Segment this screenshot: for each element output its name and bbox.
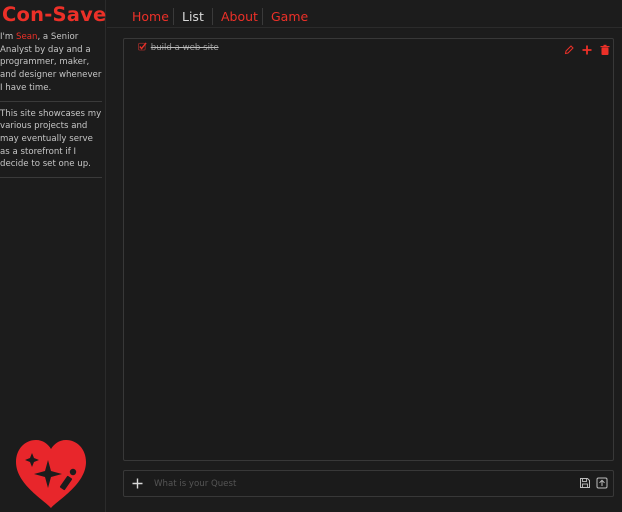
plus-icon[interactable] bbox=[581, 41, 593, 55]
nav-home-link[interactable]: Home bbox=[124, 8, 177, 25]
upload-icon[interactable] bbox=[596, 477, 608, 489]
quest-input-bar bbox=[123, 470, 614, 497]
bio-intro-text: I'm bbox=[0, 32, 16, 42]
sidebar: Con-Save I'm Sean, a Senior Analyst by d… bbox=[0, 0, 106, 512]
row-actions bbox=[562, 41, 611, 55]
trash-icon[interactable] bbox=[599, 41, 611, 55]
floppy-disk-icon[interactable] bbox=[579, 477, 591, 489]
add-quest-button[interactable] bbox=[131, 477, 144, 490]
bio-name: Sean bbox=[16, 32, 38, 42]
heart-sparkle-logo bbox=[16, 440, 86, 508]
bio-site-paragraph: This site showcases my various projects … bbox=[0, 108, 102, 179]
nav-about-link[interactable]: About bbox=[212, 8, 266, 25]
checkmark-icon[interactable] bbox=[138, 42, 147, 51]
top-nav: Home List About Game bbox=[107, 0, 622, 28]
task-text: build a web site bbox=[150, 43, 219, 53]
sidebar-bio: I'm Sean, a Senior Analyst by day and a … bbox=[0, 31, 102, 179]
nav-list-link[interactable]: List bbox=[173, 8, 212, 25]
pencil-icon[interactable] bbox=[563, 41, 575, 55]
quest-list-panel: build a web site bbox=[123, 38, 614, 461]
site-brand[interactable]: Con-Save bbox=[2, 3, 106, 26]
nav-game-link[interactable]: Game bbox=[262, 8, 316, 25]
quest-input[interactable] bbox=[154, 475, 554, 492]
bio-intro-paragraph: I'm Sean, a Senior Analyst by day and a … bbox=[0, 31, 102, 102]
list-item[interactable]: build a web site bbox=[138, 41, 219, 55]
